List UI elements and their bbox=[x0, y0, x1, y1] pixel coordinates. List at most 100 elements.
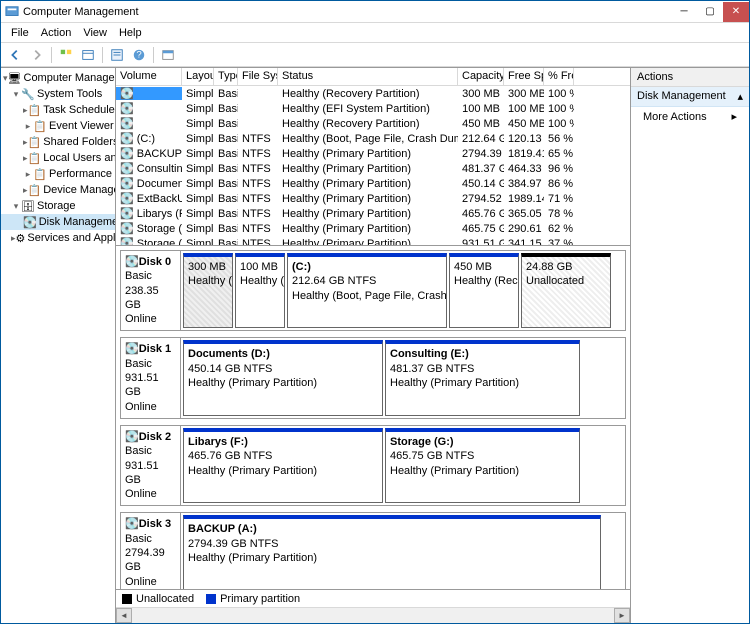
legend-primary-swatch bbox=[206, 594, 216, 604]
volume-row[interactable]: 💽 SimpleBasicHealthy (Recovery Partition… bbox=[116, 86, 630, 101]
tree-storage[interactable]: ▾🗄Storage bbox=[1, 198, 115, 214]
disk-graphical-view[interactable]: 💽Disk 0Basic238.35 GBOnline300 MBHealthy… bbox=[116, 246, 630, 589]
scroll-track[interactable] bbox=[132, 608, 614, 623]
actions-section[interactable]: Disk Management▴ bbox=[631, 87, 749, 107]
volume-list[interactable]: Volume Layout Type File System Status Ca… bbox=[116, 68, 630, 246]
tree-item[interactable]: ▸📋Shared Folders bbox=[1, 134, 115, 150]
menu-action[interactable]: Action bbox=[35, 25, 78, 41]
disk-row[interactable]: 💽Disk 1Basic931.51 GBOnlineDocuments (D:… bbox=[120, 337, 626, 418]
storage-icon: 🗄 bbox=[21, 199, 35, 213]
disk-label[interactable]: 💽Disk 2Basic931.51 GBOnline bbox=[121, 426, 181, 505]
col-fs[interactable]: File System bbox=[238, 68, 278, 85]
partition[interactable]: 100 MBHealthy (E bbox=[235, 253, 285, 328]
disk-row[interactable]: 💽Disk 2Basic931.51 GBOnlineLibarys (F:)4… bbox=[120, 425, 626, 506]
col-status[interactable]: Status bbox=[278, 68, 458, 85]
window-title: Computer Management bbox=[23, 6, 671, 18]
partition[interactable]: 450 MBHealthy (Recov bbox=[449, 253, 519, 328]
scroll-left-button[interactable]: ◄ bbox=[116, 608, 132, 623]
services-icon: ⚙ bbox=[16, 231, 26, 245]
help-button[interactable]: ? bbox=[129, 45, 149, 65]
separator bbox=[153, 47, 154, 63]
svg-text:?: ? bbox=[136, 49, 141, 60]
volume-row[interactable]: 💽 SimpleBasicHealthy (Recovery Partition… bbox=[116, 116, 630, 131]
partition[interactable]: Consulting (E:)481.37 GB NTFSHealthy (Pr… bbox=[385, 340, 580, 415]
tree-system-tools[interactable]: ▾🔧System Tools bbox=[1, 86, 115, 102]
partition[interactable]: (C:)212.64 GB NTFSHealthy (Boot, Page Fi… bbox=[287, 253, 447, 328]
toolbar: ? bbox=[1, 43, 749, 67]
legend-unalloc-swatch bbox=[122, 594, 132, 604]
menu-file[interactable]: File bbox=[5, 25, 35, 41]
menu-view[interactable]: View bbox=[77, 25, 113, 41]
col-volume[interactable]: Volume bbox=[116, 68, 182, 85]
col-type[interactable]: Type bbox=[214, 68, 238, 85]
actions-title: Actions bbox=[631, 68, 749, 87]
col-layout[interactable]: Layout bbox=[182, 68, 214, 85]
horizontal-scrollbar[interactable]: ◄ ► bbox=[116, 607, 630, 623]
partition[interactable]: Storage (G:)465.75 GB NTFSHealthy (Prima… bbox=[385, 428, 580, 503]
disk-label[interactable]: 💽Disk 0Basic238.35 GBOnline bbox=[121, 251, 181, 330]
partition[interactable]: BACKUP (A:)2794.39 GB NTFSHealthy (Prima… bbox=[183, 515, 601, 589]
back-button[interactable] bbox=[5, 45, 25, 65]
disk-icon: 💽 bbox=[23, 215, 37, 229]
settings-button[interactable] bbox=[158, 45, 178, 65]
legend: Unallocated Primary partition bbox=[116, 589, 630, 607]
minimize-button[interactable]: ─ bbox=[671, 2, 697, 22]
tree-services[interactable]: ▸⚙Services and Applications bbox=[1, 230, 115, 246]
volume-row[interactable]: 💽 Storage (H:)SimpleBasicNTFSHealthy (Pr… bbox=[116, 236, 630, 246]
partition[interactable]: 300 MBHealthy (Reco bbox=[183, 253, 233, 328]
separator bbox=[51, 47, 52, 63]
navigation-tree[interactable]: ▾🖥Computer Management (Local ▾🔧System To… bbox=[1, 68, 116, 623]
col-capacity[interactable]: Capacity bbox=[458, 68, 504, 85]
disk-partitions: 300 MBHealthy (Reco100 MBHealthy (E(C:)2… bbox=[181, 251, 625, 330]
volume-row[interactable]: 💽 (C:)SimpleBasicNTFSHealthy (Boot, Page… bbox=[116, 131, 630, 146]
tree-item[interactable]: ▸📋Event Viewer bbox=[1, 118, 115, 134]
properties-button[interactable] bbox=[107, 45, 127, 65]
disk-partitions: BACKUP (A:)2794.39 GB NTFSHealthy (Prima… bbox=[181, 513, 625, 589]
volume-header[interactable]: Volume Layout Type File System Status Ca… bbox=[116, 68, 630, 86]
volume-row[interactable]: 💽 SimpleBasicHealthy (EFI System Partiti… bbox=[116, 101, 630, 116]
item-icon: 📋 bbox=[28, 183, 42, 197]
forward-button[interactable] bbox=[27, 45, 47, 65]
view-button[interactable] bbox=[78, 45, 98, 65]
tree-disk-management[interactable]: 💽Disk Management bbox=[1, 214, 115, 230]
volume-row[interactable]: 💽 BACKUP (A:)SimpleBasicNTFSHealthy (Pri… bbox=[116, 146, 630, 161]
volume-row[interactable]: 💽 Consulting (E:)SimpleBasicNTFSHealthy … bbox=[116, 161, 630, 176]
actions-more[interactable]: More Actions▸ bbox=[631, 107, 749, 126]
item-icon: 📋 bbox=[28, 151, 42, 165]
volume-row[interactable]: 💽 ExtBackUp (B:)SimpleBasicNTFSHealthy (… bbox=[116, 191, 630, 206]
titlebar: Computer Management ─ ▢ ✕ bbox=[1, 1, 749, 23]
computer-icon: 🖥 bbox=[8, 71, 22, 85]
separator bbox=[102, 47, 103, 63]
tree-item[interactable]: ▸📋Device Manager bbox=[1, 182, 115, 198]
disk-label[interactable]: 💽Disk 1Basic931.51 GBOnline bbox=[121, 338, 181, 417]
scroll-right-button[interactable]: ► bbox=[614, 608, 630, 623]
volume-row[interactable]: 💽 Libarys (F:)SimpleBasicNTFSHealthy (Pr… bbox=[116, 206, 630, 221]
disk-label[interactable]: 💽Disk 3Basic2794.39 GBOnline bbox=[121, 513, 181, 589]
disk-partitions: Documents (D:)450.14 GB NTFSHealthy (Pri… bbox=[181, 338, 625, 417]
col-pct[interactable]: % Free bbox=[544, 68, 574, 85]
item-icon: 📋 bbox=[28, 103, 42, 117]
chevron-right-icon: ▸ bbox=[731, 110, 737, 123]
volume-row[interactable]: 💽 Documents (D:)SimpleBasicNTFSHealthy (… bbox=[116, 176, 630, 191]
tree-item[interactable]: ▸📋Local Users and Groups bbox=[1, 150, 115, 166]
partition[interactable]: Documents (D:)450.14 GB NTFSHealthy (Pri… bbox=[183, 340, 383, 415]
partition[interactable]: Libarys (F:)465.76 GB NTFSHealthy (Prima… bbox=[183, 428, 383, 503]
partition[interactable]: 24.88 GBUnallocated bbox=[521, 253, 611, 328]
disk-row[interactable]: 💽Disk 0Basic238.35 GBOnline300 MBHealthy… bbox=[120, 250, 626, 331]
menu-help[interactable]: Help bbox=[113, 25, 148, 41]
tree-root[interactable]: ▾🖥Computer Management (Local bbox=[1, 70, 115, 86]
refresh-button[interactable] bbox=[56, 45, 76, 65]
disk-partitions: Libarys (F:)465.76 GB NTFSHealthy (Prima… bbox=[181, 426, 625, 505]
close-button[interactable]: ✕ bbox=[723, 2, 749, 22]
disk-row[interactable]: 💽Disk 3Basic2794.39 GBOnlineBACKUP (A:)2… bbox=[120, 512, 626, 589]
maximize-button[interactable]: ▢ bbox=[697, 2, 723, 22]
item-icon: 📋 bbox=[28, 135, 42, 149]
item-icon: 📋 bbox=[33, 119, 47, 133]
menubar: File Action View Help bbox=[1, 23, 749, 43]
tree-item[interactable]: ▸📋Task Scheduler bbox=[1, 102, 115, 118]
tree-item[interactable]: ▸📋Performance bbox=[1, 166, 115, 182]
volume-row[interactable]: 💽 Storage (G:)SimpleBasicNTFSHealthy (Pr… bbox=[116, 221, 630, 236]
tools-icon: 🔧 bbox=[21, 87, 35, 101]
col-free[interactable]: Free Space bbox=[504, 68, 544, 85]
collapse-icon: ▴ bbox=[737, 90, 743, 103]
